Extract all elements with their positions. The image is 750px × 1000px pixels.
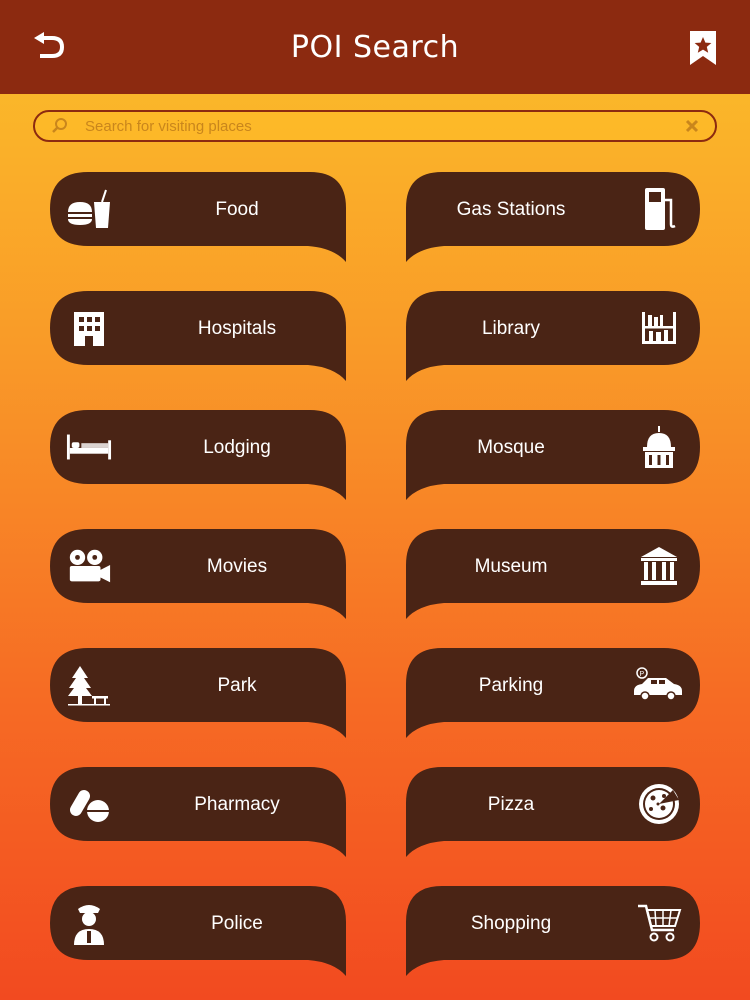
clear-icon[interactable] bbox=[683, 117, 701, 135]
parking-car-icon: P bbox=[630, 662, 686, 708]
category-parking[interactable]: Parking P bbox=[404, 648, 702, 740]
category-grid: Food Gas Stations Hospitals Library Lodg… bbox=[0, 0, 750, 1000]
page-title: POI Search bbox=[290, 29, 460, 65]
category-label: Library bbox=[481, 318, 541, 339]
category-label: Pizza bbox=[487, 794, 535, 815]
category-shopping[interactable]: Shopping bbox=[404, 886, 702, 978]
bookmark-star-icon bbox=[690, 31, 716, 65]
fuel-pump-icon bbox=[636, 186, 682, 232]
category-library[interactable]: Library bbox=[404, 291, 702, 383]
category-museum[interactable]: Museum bbox=[404, 529, 702, 621]
category-label: Pharmacy bbox=[194, 794, 280, 815]
category-label: Gas Stations bbox=[456, 199, 566, 220]
film-projector-icon bbox=[66, 543, 112, 589]
police-officer-icon bbox=[66, 900, 112, 946]
category-label: Movies bbox=[206, 556, 268, 577]
bookmarks-button[interactable] bbox=[688, 30, 718, 66]
search-icon bbox=[49, 115, 71, 137]
svg-text:P: P bbox=[640, 671, 645, 678]
category-mosque[interactable]: Mosque bbox=[404, 410, 702, 502]
app-header: POI Search bbox=[0, 0, 750, 94]
category-gas-stations[interactable]: Gas Stations bbox=[404, 172, 702, 264]
category-label: Parking bbox=[478, 675, 544, 696]
category-movies[interactable]: Movies bbox=[50, 529, 348, 621]
category-label: Police bbox=[211, 913, 263, 934]
category-pizza[interactable]: Pizza bbox=[404, 767, 702, 859]
category-label: Park bbox=[217, 675, 257, 696]
category-hospitals[interactable]: Hospitals bbox=[50, 291, 348, 383]
mosque-dome-icon bbox=[636, 424, 682, 470]
tree-bench-icon bbox=[66, 662, 112, 708]
bed-icon bbox=[66, 424, 112, 470]
pills-icon bbox=[66, 781, 112, 827]
pizza-icon bbox=[636, 781, 682, 827]
category-label: Shopping bbox=[470, 913, 552, 934]
search-bar bbox=[33, 110, 717, 142]
hospital-building-icon bbox=[66, 305, 112, 351]
category-label: Lodging bbox=[203, 437, 271, 458]
category-pharmacy[interactable]: Pharmacy bbox=[50, 767, 348, 859]
search-input[interactable] bbox=[85, 112, 675, 140]
back-arrow-icon bbox=[34, 32, 65, 58]
back-button[interactable] bbox=[30, 29, 70, 65]
category-label: Museum bbox=[474, 556, 548, 577]
category-label: Food bbox=[215, 199, 259, 220]
category-park[interactable]: Park bbox=[50, 648, 348, 740]
shopping-cart-icon bbox=[636, 900, 682, 946]
bookshelf-icon bbox=[636, 305, 682, 351]
category-label: Hospitals bbox=[197, 318, 277, 339]
burger-drink-icon bbox=[66, 186, 112, 232]
category-police[interactable]: Police bbox=[50, 886, 348, 978]
category-food[interactable]: Food bbox=[50, 172, 348, 264]
museum-building-icon bbox=[636, 543, 682, 589]
category-label: Mosque bbox=[477, 437, 545, 458]
category-lodging[interactable]: Lodging bbox=[50, 410, 348, 502]
